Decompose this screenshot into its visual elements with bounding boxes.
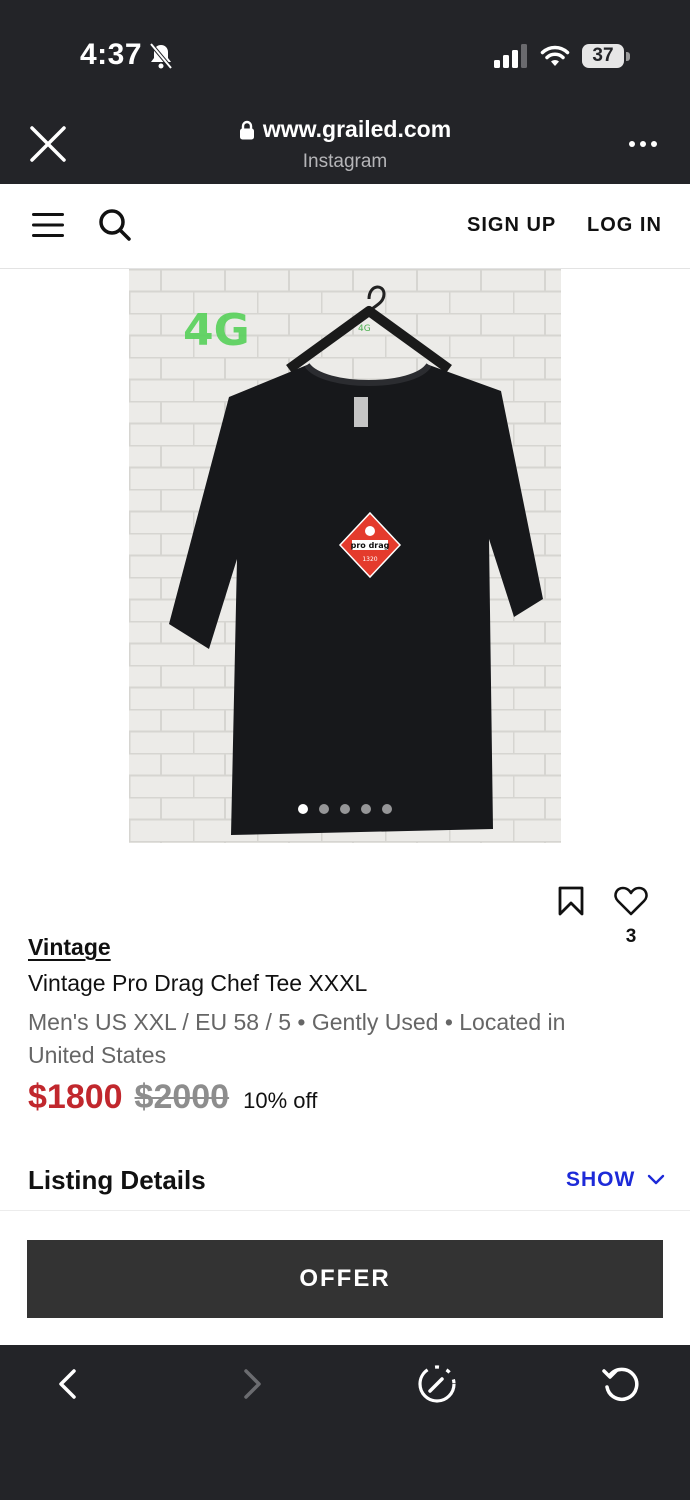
carousel-dot[interactable] — [382, 804, 392, 814]
wifi-icon — [540, 45, 570, 66]
lock-icon — [239, 120, 254, 139]
current-price: $1800 — [28, 1078, 123, 1116]
designer-link[interactable]: Vintage — [28, 934, 111, 961]
site-header: SIGN UP LOG IN — [0, 184, 690, 269]
battery-icon: 37 — [582, 44, 630, 68]
carousel-dot[interactable] — [298, 804, 308, 814]
discount-label: 10% off — [243, 1088, 318, 1113]
listing-title: Vintage Pro Drag Chef Tee XXXL — [28, 970, 368, 996]
referrer-label: Instagram — [302, 150, 388, 172]
logo-number: 1320 — [362, 556, 377, 563]
carousel-dot[interactable] — [319, 804, 329, 814]
product-photo: 4G 4G pro drag 1320 — [129, 269, 561, 843]
back-icon[interactable] — [56, 1367, 78, 1401]
sign-up-link[interactable]: SIGN UP — [467, 214, 556, 237]
address-bar[interactable]: www.grailed.com Instagram — [0, 116, 690, 173]
carousel-dot[interactable] — [361, 804, 371, 814]
offer-bar: OFFER — [0, 1210, 690, 1345]
browser-toolbar — [0, 1345, 690, 1500]
search-icon[interactable] — [98, 208, 132, 242]
bell-muted-icon — [149, 42, 173, 70]
url-text: www.grailed.com — [262, 116, 452, 142]
bookmark-icon[interactable] — [557, 886, 585, 916]
like-count: 3 — [625, 926, 637, 947]
logo-text: pro drag — [351, 541, 390, 550]
cellular-signal-icon — [494, 44, 527, 68]
heart-icon[interactable] — [614, 886, 648, 916]
forward-icon[interactable] — [242, 1367, 264, 1401]
status-time: 4:37 — [80, 38, 143, 71]
hanger-label: 4G — [358, 324, 371, 334]
menu-icon[interactable] — [32, 211, 64, 239]
log-in-link[interactable]: LOG IN — [587, 214, 662, 237]
show-label: SHOW — [566, 1168, 636, 1191]
carousel-indicator[interactable] — [129, 804, 561, 814]
chevron-down-icon — [648, 1174, 665, 1185]
battery-level: 37 — [592, 45, 614, 66]
compass-icon[interactable] — [416, 1363, 458, 1405]
price-row: $1800 $2000 10% off — [28, 1078, 317, 1117]
show-details-toggle[interactable]: SHOW — [566, 1168, 665, 1192]
reload-icon[interactable] — [600, 1363, 642, 1405]
browser-chrome: 4:37 37 www.grailed.com Instagram — [0, 0, 690, 184]
product-image-carousel[interactable]: 4G 4G pro drag 1320 — [129, 269, 561, 843]
listing-meta: Men's US XXL / EU 58 / 5 • Gently Used •… — [28, 1009, 566, 1068]
more-options-icon[interactable] — [628, 140, 658, 148]
original-price: $2000 — [134, 1078, 230, 1116]
wall-graffiti: 4G — [183, 305, 250, 356]
carousel-dot[interactable] — [340, 804, 350, 814]
listing-details-heading: Listing Details — [28, 1165, 206, 1195]
offer-button[interactable]: OFFER — [27, 1240, 663, 1318]
